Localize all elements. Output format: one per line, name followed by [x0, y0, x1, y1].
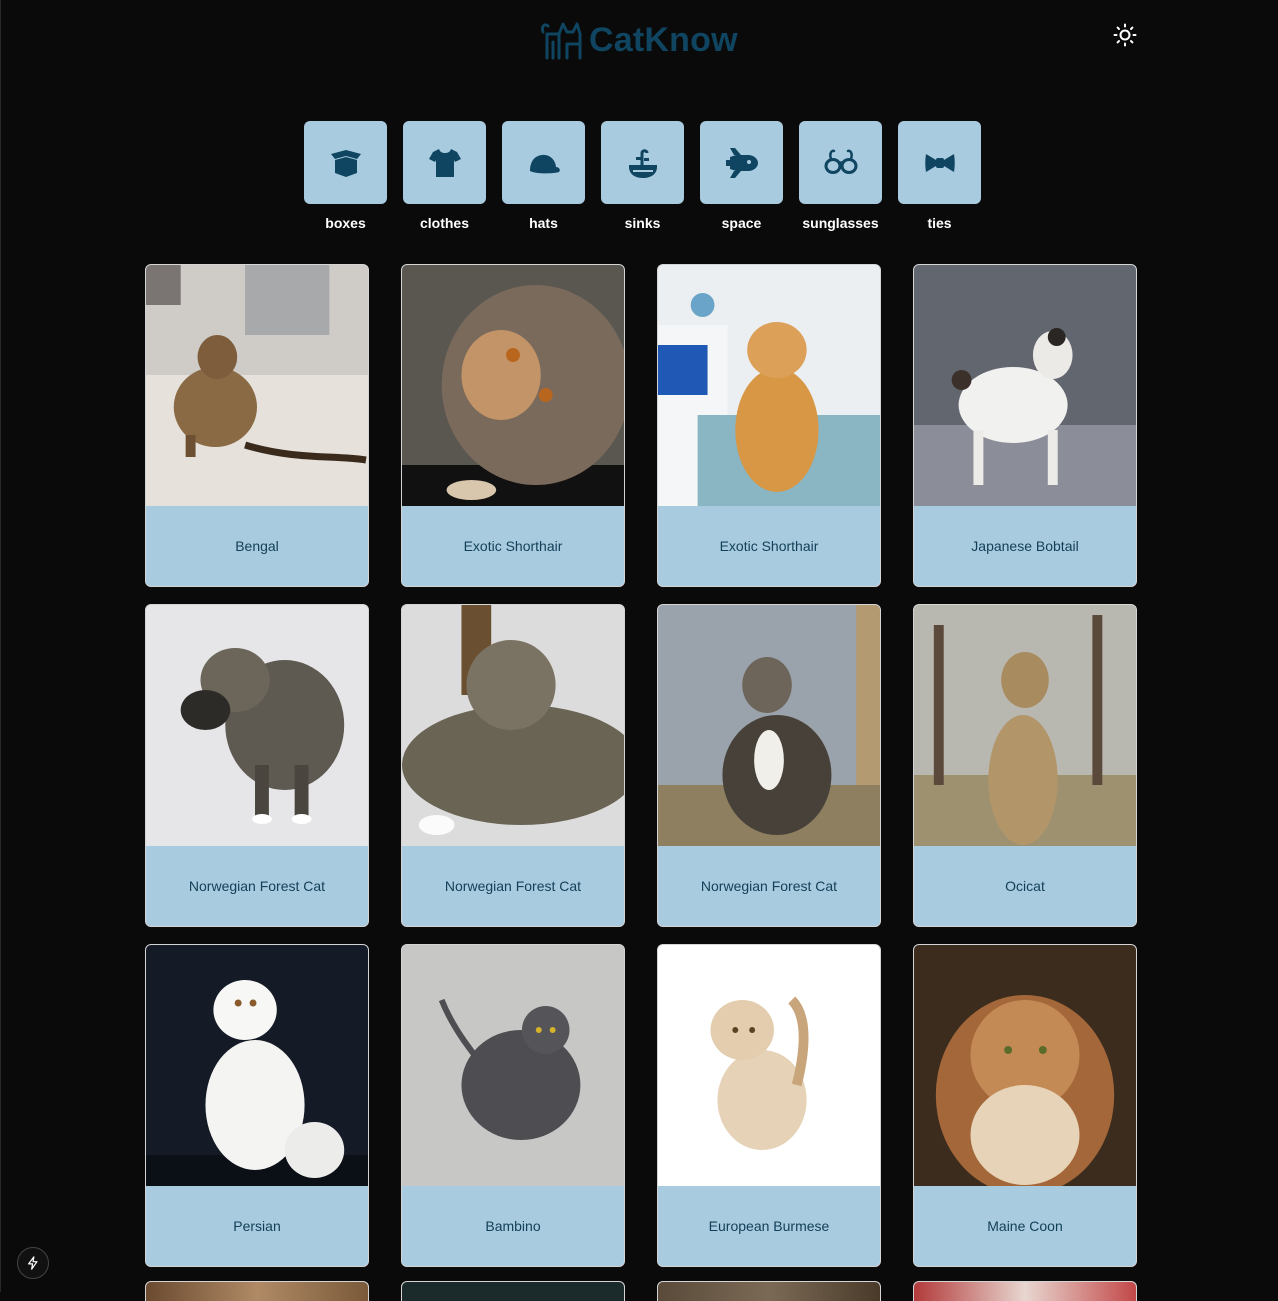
cat-photo: [658, 605, 880, 846]
category-clothes[interactable]: clothes: [403, 121, 486, 231]
cat-photo: [146, 945, 368, 1186]
header: CatKnow: [1, 18, 1278, 68]
category-label: space: [721, 215, 762, 231]
glasses-icon: [824, 149, 857, 174]
category-hats[interactable]: hats: [502, 121, 585, 231]
cat-card[interactable]: Norwegian Forest Cat: [145, 604, 369, 927]
cat-photo: [914, 265, 1136, 506]
cat-breed-name: Norwegian Forest Cat: [188, 878, 326, 894]
dev-tools-button[interactable]: [17, 1247, 49, 1279]
category-label: sinks: [624, 215, 661, 231]
cat-grid: Bengal Exotic Shorthair Exotic Shorthair…: [145, 264, 1137, 1267]
category-tile[interactable]: [700, 121, 783, 204]
shuttle-icon: [725, 147, 758, 178]
category-label: hats: [529, 215, 558, 231]
cat-card[interactable]: European Burmese: [657, 944, 881, 1267]
category-tile[interactable]: [601, 121, 684, 204]
category-sinks[interactable]: sinks: [601, 121, 684, 231]
cat-card[interactable]: Norwegian Forest Cat: [657, 604, 881, 927]
cat-card-partial[interactable]: [401, 1281, 625, 1301]
cat-photo: [658, 945, 880, 1186]
cat-photo: [402, 945, 624, 1186]
cat-breed-name: Norwegian Forest Cat: [700, 878, 838, 894]
cat-card[interactable]: Persian: [145, 944, 369, 1267]
cat-breed-name: Ocicat: [1005, 878, 1045, 894]
cat-photo: [402, 605, 624, 846]
category-tile[interactable]: [799, 121, 882, 204]
category-label: clothes: [419, 215, 469, 231]
sink-icon: [628, 148, 657, 178]
cat-breed-name: Persian: [233, 1218, 281, 1234]
cat-card-partial[interactable]: [657, 1281, 881, 1301]
category-space[interactable]: space: [700, 121, 783, 231]
cat-card[interactable]: Norwegian Forest Cat: [401, 604, 625, 927]
category-ties[interactable]: ties: [898, 121, 981, 231]
cat-breed-name: European Burmese: [708, 1218, 830, 1234]
category-tile[interactable]: [403, 121, 486, 204]
cat-card[interactable]: Japanese Bobtail: [913, 264, 1137, 587]
cat-breed-name: Norwegian Forest Cat: [444, 878, 582, 894]
cat-card[interactable]: Bambino: [401, 944, 625, 1267]
cat-icon: [541, 22, 582, 60]
category-nav: boxes clothes hats sinks space sunglasse…: [304, 121, 981, 231]
app-title: CatKnow: [589, 20, 738, 59]
cat-breed-name: Japanese Bobtail: [971, 538, 1079, 554]
cat-card[interactable]: Exotic Shorthair: [657, 264, 881, 587]
category-label: sunglasses: [802, 215, 879, 231]
category-tile[interactable]: [502, 121, 585, 204]
cat-photo: [402, 265, 624, 506]
category-sunglasses[interactable]: sunglasses: [799, 121, 882, 231]
next-row-cards: [145, 1281, 1137, 1301]
cat-breed-name: Exotic Shorthair: [463, 538, 563, 554]
bowtie-icon: [924, 153, 955, 172]
cat-breed-name: Exotic Shorthair: [719, 538, 819, 554]
cat-card-partial[interactable]: [913, 1281, 1137, 1301]
cat-card[interactable]: Exotic Shorthair: [401, 264, 625, 587]
cat-photo: [914, 945, 1136, 1186]
category-tile[interactable]: [898, 121, 981, 204]
cat-photo: [658, 265, 880, 506]
sun-icon: [1113, 23, 1137, 47]
theme-toggle-button[interactable]: [1112, 22, 1138, 48]
cat-photo: [146, 605, 368, 846]
cat-card[interactable]: Ocicat: [913, 604, 1137, 927]
cat-card-partial[interactable]: [145, 1281, 369, 1301]
cat-card[interactable]: Maine Coon: [913, 944, 1137, 1267]
category-label: boxes: [325, 215, 366, 231]
lightning-icon: [28, 1256, 38, 1270]
category-tile[interactable]: [304, 121, 387, 204]
hat-icon: [529, 154, 560, 173]
cat-photo: [146, 265, 368, 506]
box-icon: [330, 149, 361, 177]
logo[interactable]: CatKnow: [539, 20, 738, 60]
cat-breed-name: Bengal: [235, 538, 279, 554]
category-boxes[interactable]: boxes: [304, 121, 387, 231]
category-label: ties: [927, 215, 952, 231]
cat-photo: [914, 605, 1136, 846]
cat-breed-name: Maine Coon: [987, 1218, 1063, 1234]
cat-card[interactable]: Bengal: [145, 264, 369, 587]
shirt-icon: [428, 148, 461, 177]
cat-breed-name: Bambino: [485, 1218, 541, 1234]
